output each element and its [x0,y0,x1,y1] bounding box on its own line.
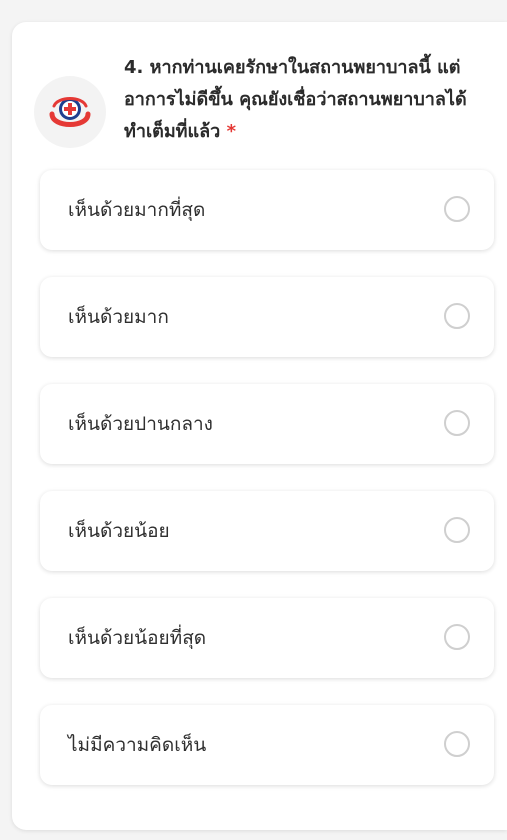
option-card[interactable]: เห็นด้วยปานกลาง [40,384,494,464]
option-label: เห็นด้วยน้อย [68,520,170,542]
option-label: เห็นด้วยมาก [68,306,169,328]
hospital-cross-icon [35,77,105,147]
radio-options-list: เห็นด้วยมากที่สุด เห็นด้วยมาก เห็นด้วยปา… [40,170,494,812]
question-title: 4. หากท่านเคยรักษาในสถานพยาบาลนี้ แต่อาก… [124,52,484,148]
option-card[interactable]: เห็นด้วยน้อยที่สุด [40,598,494,678]
radio-button[interactable] [444,196,470,222]
radio-button[interactable] [444,731,470,757]
radio-button[interactable] [444,624,470,650]
option-label: เห็นด้วยน้อยที่สุด [68,627,207,649]
radio-button[interactable] [444,303,470,329]
question-header: 4. หากท่านเคยรักษาในสถานพยาบาลนี้ แต่อาก… [34,52,494,162]
radio-button[interactable] [444,410,470,436]
option-label: เห็นด้วยมากที่สุด [68,199,206,221]
option-label: ไม่มีความคิดเห็น [68,734,207,756]
radio-button[interactable] [444,517,470,543]
option-card[interactable]: เห็นด้วยน้อย [40,491,494,571]
hospital-logo-icon [34,76,106,148]
option-card[interactable]: เห็นด้วยมากที่สุด [40,170,494,250]
option-card[interactable]: เห็นด้วยมาก [40,277,494,357]
question-title-text: 4. หากท่านเคยรักษาในสถานพยาบาลนี้ แต่อาก… [124,57,467,142]
option-label: เห็นด้วยปานกลาง [68,413,213,435]
option-card[interactable]: ไม่มีความคิดเห็น [40,705,494,785]
required-asterisk: * [226,121,236,142]
question-card: 4. หากท่านเคยรักษาในสถานพยาบาลนี้ แต่อาก… [12,22,507,830]
